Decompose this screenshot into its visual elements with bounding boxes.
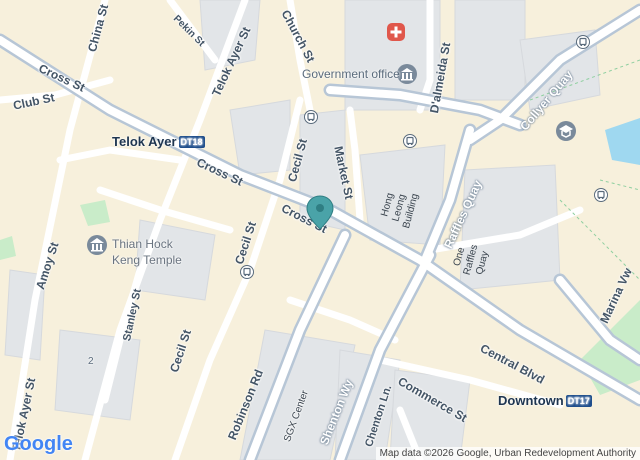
bus-icon[interactable] — [403, 134, 417, 153]
google-logo: Google — [4, 433, 73, 456]
station-code-badge: DT18 — [178, 136, 205, 148]
bus-icon[interactable] — [594, 188, 608, 207]
station-name: Downtown — [498, 393, 564, 408]
temple-icon[interactable] — [86, 234, 108, 261]
water-area — [605, 118, 640, 165]
bus-icon[interactable] — [576, 35, 590, 54]
station-telok-ayer[interactable]: Telok Ayer DT18 — [112, 134, 205, 149]
map-attribution: Map data ©2026 Google, Urban Redevelopme… — [375, 447, 640, 460]
park-area — [80, 200, 110, 226]
side-road — [56, 146, 184, 164]
station-downtown[interactable]: Downtown DT17 — [498, 393, 592, 408]
building-block — [454, 0, 526, 101]
building-label-one-raffles-quay: One Raffles Quay — [451, 243, 491, 277]
station-name: Telok Ayer — [112, 134, 177, 149]
market-st-road — [346, 106, 364, 224]
location-pin-icon[interactable] — [306, 195, 334, 236]
poi-label-thian-hock-keng-temple: Thian Hock Keng Temple — [112, 237, 182, 267]
house-number: 2 — [88, 356, 94, 367]
map-canvas[interactable]: Cross St Cross St Cross St Club St China… — [0, 0, 640, 460]
side-road — [96, 186, 234, 234]
park-area — [0, 236, 16, 260]
hospital-icon[interactable] — [386, 22, 406, 47]
university-icon[interactable] — [555, 120, 577, 147]
poi-label-government-office: Government office — [302, 67, 400, 81]
bus-icon[interactable] — [304, 110, 318, 129]
building-label-hong-leong: Hong Leong Building — [379, 191, 421, 230]
bus-icon[interactable] — [240, 265, 254, 284]
station-code-badge: DT17 — [565, 395, 592, 407]
logo-text: Google — [4, 433, 73, 455]
